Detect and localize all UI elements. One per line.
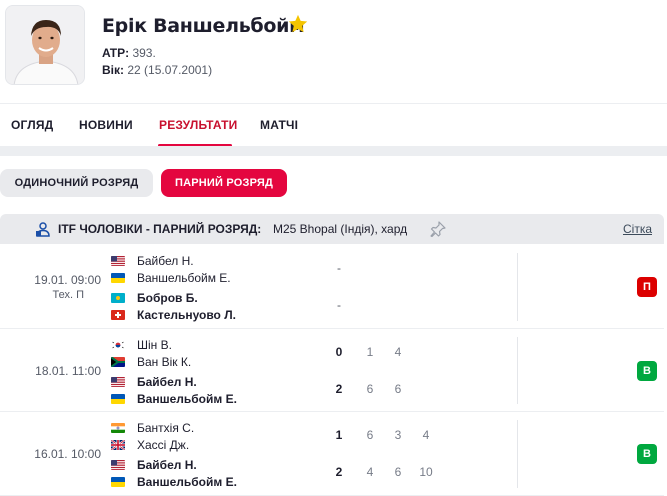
flag-us-icon (111, 460, 125, 470)
set-score: 10 (419, 465, 433, 479)
player-name[interactable]: Хассі Дж. (137, 438, 189, 452)
set-score: 4 (366, 465, 374, 479)
section-divider (0, 146, 667, 156)
draw-link[interactable]: Сітка (623, 222, 652, 236)
doubles-filter-button[interactable]: ПАРНИЙ РОЗРЯД (161, 169, 287, 197)
set-score: 6 (366, 428, 374, 442)
tab-overview[interactable]: ОГЛЯД (11, 118, 53, 132)
tournament-name[interactable]: M25 Bhopal (Індія), хард (273, 222, 407, 236)
player-name[interactable]: Ваншельбойм Е. (137, 271, 231, 285)
flag-us-icon (111, 377, 125, 387)
match-status: Тех. П (52, 289, 85, 301)
match-time: 16.01. 10:00 (34, 447, 101, 461)
tournament-header: ITF ЧОЛОВІКИ - ПАРНИЙ РОЗРЯД: M25 Bhopal… (0, 214, 664, 244)
total-score: 1 (335, 428, 343, 442)
flag-kz-icon (111, 293, 125, 303)
set-score: 6 (366, 382, 374, 396)
result-badge: П (637, 277, 657, 297)
total-score: - (337, 298, 341, 312)
set-score: 6 (394, 465, 402, 479)
player-name[interactable]: Ван Вік К. (137, 355, 191, 369)
player-name[interactable]: Байбел Н. (137, 375, 197, 389)
set-score: 6 (394, 382, 402, 396)
pin-icon[interactable] (430, 221, 446, 237)
flag-ua-icon (111, 394, 125, 404)
tab-results[interactable]: РЕЗУЛЬТАТИ (159, 118, 238, 132)
person-icon (36, 222, 50, 237)
flag-gb-icon (111, 440, 125, 450)
total-score: 0 (335, 345, 343, 359)
match-row[interactable]: 16.01. 10:00 Бантхія С. Хассі Дж. 1 6 3 4 Байбе… (0, 412, 664, 496)
player-photo (5, 5, 85, 85)
tab-news[interactable]: НОВИНИ (79, 118, 133, 132)
match-row[interactable]: 19.01. 09:00 Тех. П Байбел Н. Ваншельбойм Е… (0, 245, 664, 329)
player-age: Вік: 22 (15.07.2001) (102, 63, 213, 77)
column-divider (517, 337, 518, 404)
flag-kr-icon (111, 340, 125, 350)
flag-ua-icon (111, 477, 125, 487)
atp-rank: ATP: 393. (102, 46, 156, 60)
match-time: 19.01. 09:00 (34, 273, 101, 287)
column-divider (517, 253, 518, 321)
player-header: Ерік Ваншельбойм ATP: 393. Вік: 22 (15.0… (0, 0, 667, 100)
singles-filter-button[interactable]: ОДИНОЧНИЙ РОЗРЯД (0, 169, 153, 197)
tab-bar: ОГЛЯД НОВИНИ РЕЗУЛЬТАТИ МАТЧІ (0, 103, 667, 147)
player-name[interactable]: Ваншельбойм Е. (137, 392, 237, 406)
flag-ua-icon (111, 273, 125, 283)
total-score: 2 (335, 382, 343, 396)
player-name[interactable]: Ваншельбойм Е. (137, 475, 237, 489)
set-score: 3 (394, 428, 402, 442)
player-name[interactable]: Бобров Б. (137, 291, 198, 305)
flag-za-icon (111, 357, 125, 367)
total-score: - (337, 261, 341, 275)
column-divider (517, 420, 518, 488)
result-badge: В (637, 444, 657, 464)
match-time: 18.01. 11:00 (35, 363, 101, 378)
player-name[interactable]: Шін В. (137, 338, 172, 352)
player-name: Ерік Ваншельбойм (102, 15, 305, 37)
flag-us-icon (111, 256, 125, 266)
star-icon[interactable] (287, 13, 309, 35)
player-name[interactable]: Байбел Н. (137, 254, 194, 268)
flag-ch-icon (111, 310, 125, 320)
total-score: 2 (335, 465, 343, 479)
flag-in-icon (111, 423, 125, 433)
set-score: 4 (422, 428, 430, 442)
match-row[interactable]: 18.01. 11:00 Шін В. Ван Вік К. 0 1 4 Байбел Н.… (0, 329, 664, 412)
player-name[interactable]: Байбел Н. (137, 458, 197, 472)
tab-matches[interactable]: МАТЧІ (260, 118, 298, 132)
set-score: 4 (394, 345, 402, 359)
player-name[interactable]: Кастельнуово Л. (137, 308, 236, 322)
result-badge: В (637, 360, 657, 381)
tournament-title: ITF ЧОЛОВІКИ - ПАРНИЙ РОЗРЯД: (58, 222, 262, 236)
set-score: 1 (366, 345, 374, 359)
player-name[interactable]: Бантхія С. (137, 421, 194, 435)
